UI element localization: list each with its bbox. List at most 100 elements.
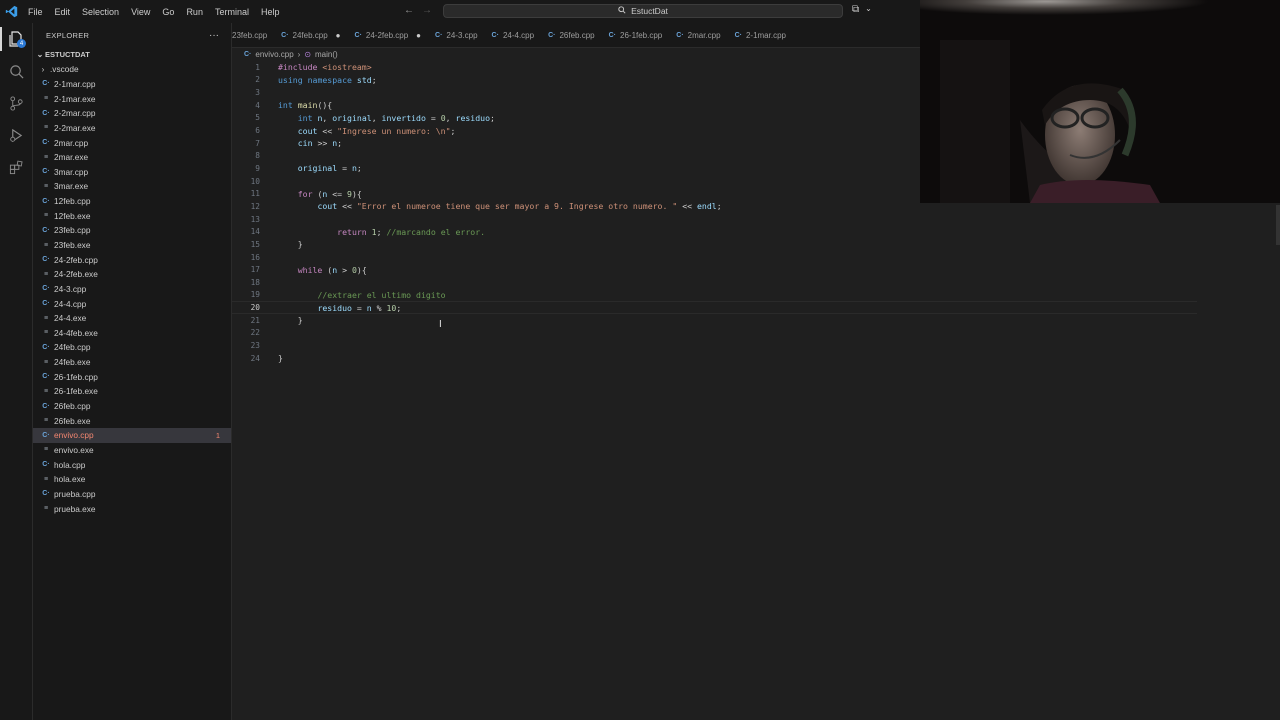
explorer-item[interactable]: C· 24-3.cpp	[33, 282, 231, 297]
code-text: return 1; //marcando el error.	[337, 226, 486, 237]
search-icon[interactable]	[0, 55, 32, 87]
tab-label: 23feb.cpp	[232, 30, 268, 40]
code-line[interactable]: 23	[232, 339, 1197, 352]
code-line[interactable]: 13	[232, 213, 1197, 226]
breadcrumb-file[interactable]: envivo.cpp	[255, 50, 293, 59]
explorer-item[interactable]: ≡ 2-1mar.exe	[33, 91, 231, 106]
explorer-item-label: hola.cpp	[54, 459, 86, 470]
explorer-item[interactable]: › .vscode	[33, 62, 231, 77]
code-text: using namespace std;	[278, 74, 377, 85]
explorer-item[interactable]: C· 3mar.cpp	[33, 164, 231, 179]
code-line[interactable]: 19 //extraer el ultimo digito	[232, 289, 1197, 302]
code-line[interactable]: 18	[232, 276, 1197, 289]
explorer-item[interactable]: C· 26feb.cpp	[33, 399, 231, 414]
workspace-folder[interactable]: ⌄ ESTUCTDAT	[33, 47, 231, 62]
menu-item-edit[interactable]: Edit	[49, 7, 77, 17]
explorer-item[interactable]: C· 23feb.cpp	[33, 223, 231, 238]
explorer-item[interactable]: ≡ 24-4feb.exe	[33, 326, 231, 341]
unsaved-dot-icon[interactable]: ●	[336, 31, 341, 40]
cpp-file-icon: C·	[42, 490, 50, 498]
line-number: 11	[250, 189, 260, 199]
command-center-title: EstuctDat	[631, 6, 668, 16]
editor-tab[interactable]: C· 24-4.cpp	[492, 23, 549, 47]
explorer-item[interactable]: ≡ 26-1feb.exe	[33, 384, 231, 399]
editor-tab[interactable]: C· 2-1mar.cpp	[735, 23, 800, 47]
menu-item-go[interactable]: Go	[156, 7, 180, 17]
menu-item-terminal[interactable]: Terminal	[209, 7, 255, 17]
code-line[interactable]: 14 return 1; //marcando el error.	[232, 225, 1197, 238]
explorer-item[interactable]: ≡ 26feb.exe	[33, 413, 231, 428]
explorer-item[interactable]: C· 24-2feb.cpp	[33, 252, 231, 267]
code-line[interactable]: 22	[232, 327, 1197, 340]
explorer-item[interactable]: ≡ 24-4.exe	[33, 311, 231, 326]
explorer-item[interactable]: ≡ 2-2mar.exe	[33, 121, 231, 136]
explorer-item[interactable]: C· 26-1feb.cpp	[33, 369, 231, 384]
editor-scrollbar[interactable]	[1276, 205, 1280, 245]
editor-tab[interactable]: C· 24feb.cpp ●	[281, 23, 354, 47]
cpp-file-icon: C·	[42, 343, 50, 351]
editor-tab[interactable]: C· 2mar.cpp	[676, 23, 734, 47]
line-number: 21	[250, 315, 260, 325]
code-line[interactable]: 21 }	[232, 314, 1197, 327]
unsaved-dot-icon[interactable]: ●	[416, 31, 421, 40]
command-center-search[interactable]: EstuctDat	[443, 4, 843, 18]
explorer-item[interactable]: C· 24feb.cpp	[33, 340, 231, 355]
chevron-down-icon[interactable]: ⌄	[865, 4, 872, 15]
explorer-item[interactable]: ≡ 24feb.exe	[33, 355, 231, 370]
menu-bar: File Edit Selection View Go Run Terminal Help	[22, 7, 285, 17]
editor-tab[interactable]: C· 26feb.cpp	[548, 23, 609, 47]
explorer-item-label: prueba.cpp	[54, 488, 96, 499]
explorer-item[interactable]: ≡ 23feb.exe	[33, 238, 231, 253]
code-text: }	[278, 315, 303, 326]
breadcrumb-symbol[interactable]: main()	[315, 50, 338, 59]
editor-tab[interactable]: 23feb.cpp	[232, 23, 281, 47]
explorer-item[interactable]: ≡ envivo.exe	[33, 443, 231, 458]
menu-item-help[interactable]: Help	[255, 7, 286, 17]
webcam-person-image	[920, 0, 1280, 203]
line-number: 10	[250, 176, 260, 186]
back-arrow-icon[interactable]: ←	[404, 5, 414, 16]
explorer-item[interactable]: ≡ hola.exe	[33, 472, 231, 487]
explorer-item[interactable]: C· 12feb.cpp	[33, 194, 231, 209]
extensions-icon[interactable]	[0, 151, 32, 183]
explorer-item[interactable]: ≡ 2mar.exe	[33, 150, 231, 165]
explorer-item[interactable]: ≡ 12feb.exe	[33, 208, 231, 223]
explorer-item[interactable]: C· 24-4.cpp	[33, 296, 231, 311]
explorer-item[interactable]: C· 2-2mar.cpp	[33, 106, 231, 121]
cpp-file-icon: C·	[42, 461, 50, 469]
forward-arrow-icon[interactable]: →	[422, 5, 432, 16]
explorer-item[interactable]: C· 2-1mar.cpp	[33, 77, 231, 92]
cpp-file-icon: C·	[491, 31, 499, 39]
more-actions-icon[interactable]: ···	[209, 30, 219, 41]
explorer-item[interactable]: C· prueba.cpp	[33, 487, 231, 502]
code-line[interactable]: 16	[232, 251, 1197, 264]
code-text: #include <iostream>	[278, 62, 372, 73]
menu-item-file[interactable]: File	[22, 7, 49, 17]
run-debug-icon[interactable]	[0, 119, 32, 151]
explorer-item-label: 24-3.cpp	[54, 283, 87, 294]
code-line[interactable]: 24}	[232, 352, 1197, 365]
editor-tab[interactable]: C· 24-2feb.cpp ●	[355, 23, 436, 47]
explorer-item[interactable]: C· hola.cpp	[33, 457, 231, 472]
explorer-item[interactable]: ≡ 24-2feb.exe	[33, 267, 231, 282]
cpp-file-icon: C·	[42, 431, 50, 439]
explorer-item-label: 24feb.cpp	[54, 342, 91, 353]
menu-item-run[interactable]: Run	[180, 7, 209, 17]
explorer-item[interactable]: ≡ 3mar.exe	[33, 179, 231, 194]
explorer-item[interactable]: C· 2mar.cpp	[33, 135, 231, 150]
menu-item-selection[interactable]: Selection	[76, 7, 125, 17]
exe-file-icon: ≡	[43, 387, 49, 395]
editor-tab[interactable]: C· 26-1feb.cpp	[609, 23, 677, 47]
exe-file-icon: ≡	[43, 153, 49, 161]
code-line[interactable]: 15 }	[232, 238, 1197, 251]
explorer-item[interactable]: ≡ prueba.exe	[33, 501, 231, 516]
code-line[interactable]: 20 residuo = n % 10;	[232, 301, 1197, 314]
copilot-icon[interactable]: ⧉	[852, 4, 859, 15]
editor-tab[interactable]: C· 24-3.cpp	[435, 23, 492, 47]
code-line[interactable]: 17 while (n > 0){	[232, 263, 1197, 276]
explorer-item[interactable]: C· envivo.cpp 1	[33, 428, 231, 443]
menu-item-view[interactable]: View	[125, 7, 156, 17]
explorer-item-label: hola.exe	[54, 474, 86, 485]
explorer-icon[interactable]: 4	[0, 23, 32, 55]
source-control-icon[interactable]	[0, 87, 32, 119]
